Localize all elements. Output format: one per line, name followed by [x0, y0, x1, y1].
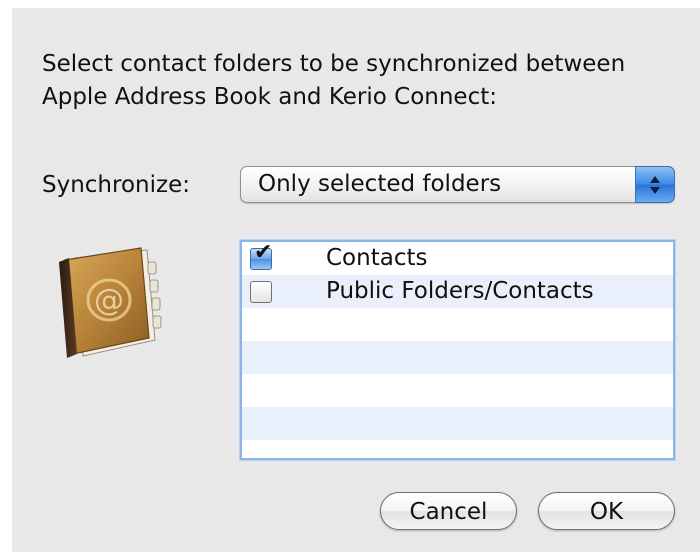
synchronize-select-value: Only selected folders [258, 171, 502, 197]
synchronize-select[interactable]: Only selected folders [240, 166, 675, 203]
at-symbol: @ [94, 283, 124, 318]
contacts-checkbox[interactable]: ✔ [250, 242, 272, 270]
list-item[interactable]: ✔ Contacts [242, 242, 673, 275]
folder-list[interactable]: ✔ Contacts Public Folders/Contacts [240, 240, 675, 460]
list-item-label: Contacts [326, 245, 428, 271]
address-book-icon: @ [59, 247, 162, 358]
list-stripe [242, 407, 673, 440]
synchronize-label: Synchronize: [42, 172, 190, 198]
list-item-label: Public Folders/Contacts [326, 278, 594, 304]
prompt-line-1: Select contact folders to be synchronize… [42, 51, 626, 77]
public-folders-contacts-checkbox[interactable] [250, 281, 272, 303]
down-arrow-icon [650, 187, 660, 194]
list-stripe [242, 308, 673, 341]
checkmark-icon: ✔ [254, 240, 273, 265]
list-stripe [242, 374, 673, 407]
up-arrow-icon [650, 176, 660, 183]
list-stripe [242, 341, 673, 374]
prompt-line-2: Apple Address Book and Kerio Connect: [42, 84, 497, 110]
select-arrows-icon[interactable] [635, 166, 675, 203]
list-stripe [242, 440, 673, 458]
dialog-prompt: Select contact folders to be synchronize… [42, 48, 682, 114]
list-item[interactable]: Public Folders/Contacts [242, 275, 673, 308]
ok-button[interactable]: OK [538, 492, 675, 530]
cancel-button[interactable]: Cancel [380, 492, 517, 530]
